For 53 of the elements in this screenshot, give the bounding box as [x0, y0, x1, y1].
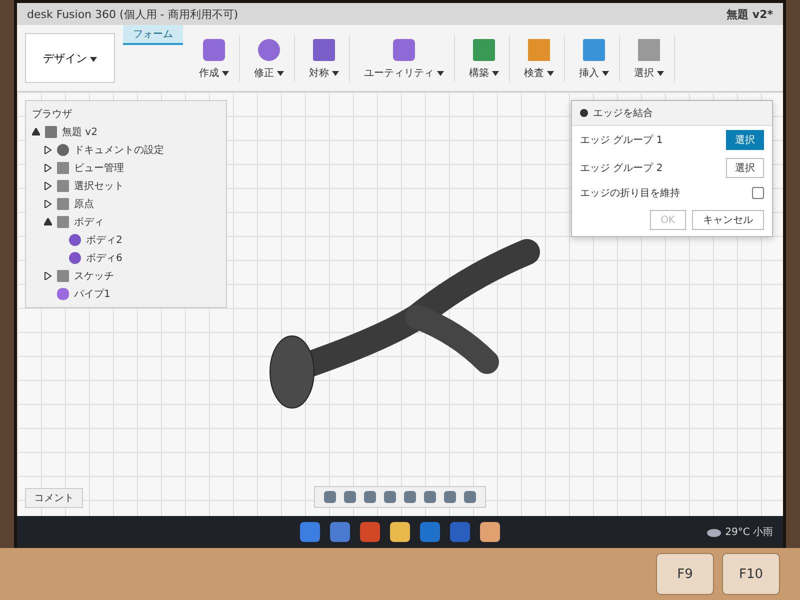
- tree-item-label[interactable]: ボディ: [74, 215, 104, 229]
- checkbox[interactable]: [752, 187, 764, 199]
- expand-triangle-icon[interactable]: [44, 182, 52, 190]
- toolbar-group-button[interactable]: ユーティリティ: [354, 34, 455, 82]
- caret-icon: [332, 70, 339, 76]
- tree-item-label[interactable]: パイプ1: [74, 287, 110, 301]
- expand-triangle-icon[interactable]: [44, 146, 52, 154]
- select-button[interactable]: 選択: [726, 158, 764, 178]
- toolbar-group-button[interactable]: 構築: [459, 34, 510, 82]
- tree-item-label[interactable]: ドキュメントの設定: [74, 143, 164, 157]
- toolbar-group-button[interactable]: 挿入: [569, 34, 620, 82]
- weather-text: 29°C 小雨: [725, 526, 773, 539]
- keyboard-key[interactable]: F9: [656, 553, 714, 595]
- dialog-label: エッジ グループ 1: [580, 134, 663, 147]
- expand-triangle-icon[interactable]: [44, 200, 52, 208]
- caret-icon: [437, 70, 444, 76]
- expand-triangle-icon[interactable]: [44, 218, 52, 226]
- toolbar-group-button[interactable]: 修正: [244, 34, 295, 82]
- tree-item-label[interactable]: ビュー管理: [74, 161, 124, 175]
- cancel-button[interactable]: キャンセル: [692, 210, 764, 230]
- expand-triangle-icon[interactable]: [44, 164, 52, 172]
- tree-item-label[interactable]: 原点: [74, 197, 94, 211]
- expand-triangle-icon[interactable]: [32, 128, 40, 136]
- toolbar-group-button[interactable]: 検査: [514, 34, 565, 82]
- toolbar-group-button[interactable]: 選択: [624, 34, 675, 82]
- dot-icon: [580, 109, 588, 117]
- tree-item-label[interactable]: スケッチ: [74, 269, 114, 283]
- caret-icon: [492, 70, 499, 76]
- caret-icon: [90, 56, 97, 62]
- caret-icon: [277, 70, 284, 76]
- select-button[interactable]: 選択: [726, 130, 764, 150]
- toolbar-tab[interactable]: フォーム: [123, 25, 183, 45]
- caret-icon: [657, 70, 664, 76]
- caret-icon: [602, 70, 609, 76]
- tree-item-label[interactable]: 選択セット: [74, 179, 124, 193]
- comments-label[interactable]: コメント: [25, 488, 83, 508]
- dialog-label: エッジの折り目を維持: [580, 186, 680, 200]
- document-title[interactable]: 無題 v2*: [726, 6, 773, 22]
- dialog-label: エッジ グループ 2: [580, 162, 663, 175]
- caret-icon: [222, 70, 229, 76]
- tree-item-label[interactable]: ボディ2: [86, 233, 122, 247]
- browser-title: ブラウザ: [32, 108, 72, 121]
- toolbar-group-button[interactable]: 作成: [189, 34, 240, 82]
- expand-triangle-icon[interactable]: [44, 272, 52, 280]
- caret-icon: [547, 70, 554, 76]
- keyboard-key[interactable]: F10: [722, 553, 780, 595]
- cloud-icon: [707, 527, 722, 537]
- toolbar-group-button[interactable]: 対称: [299, 34, 350, 82]
- window-title: desk Fusion 360 (個人用 - 商用利用不可): [27, 6, 240, 22]
- tree-item-label[interactable]: ボディ6: [86, 251, 122, 265]
- workspace-dropdown[interactable]: デザイン: [25, 33, 115, 83]
- tree-item-label[interactable]: 無題 v2: [62, 125, 98, 139]
- dialog-title: エッジを結合: [593, 107, 653, 120]
